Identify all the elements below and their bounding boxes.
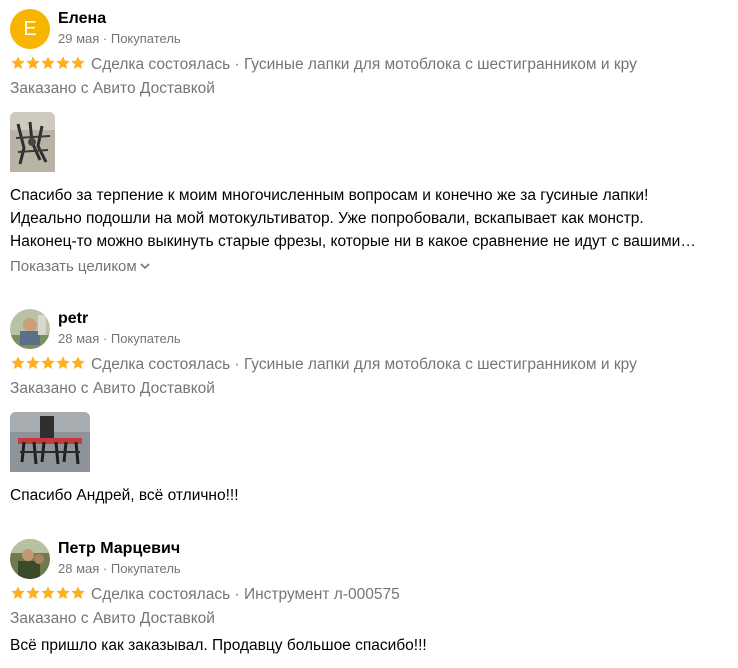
delivery-note: Заказано с Авито Доставкой xyxy=(10,610,215,627)
star-icon xyxy=(71,56,85,69)
review-author[interactable]: Елена xyxy=(58,9,106,29)
star-icon xyxy=(26,56,40,69)
review-author[interactable]: Петр Марцевич xyxy=(58,539,180,559)
reviewer-role: Покупатель xyxy=(110,31,181,46)
item-title[interactable]: Гусиные лапки для мотоблока с шестигранн… xyxy=(244,356,637,373)
deal-status: Сделка состоялась xyxy=(91,56,231,73)
star-icon xyxy=(56,356,70,369)
star-icon xyxy=(71,586,85,599)
show-full-label: Показать целиком xyxy=(10,258,137,275)
review-text-line: Спасибо Андрей, всё отлично!!! xyxy=(10,487,239,504)
review-text: Спасибо Андрей, всё отлично!!! xyxy=(10,484,710,507)
review-card: Петр Марцевич 28 мая · Покупатель Сделка… xyxy=(10,539,730,664)
star-rating xyxy=(10,355,85,378)
star-icon xyxy=(11,356,25,369)
review-text-line: Спасибо за терпение к моим многочисленны… xyxy=(10,187,649,204)
review-text-line: Наконец-то можно выкинуть старые фрезы, … xyxy=(10,233,696,250)
review-date: 28 мая xyxy=(58,561,100,576)
meta-separator: · xyxy=(230,56,244,73)
rating-line: Сделка состоялась · Инструмент л-000575 xyxy=(10,584,730,608)
star-rating xyxy=(10,585,85,608)
review-date: 28 мая xyxy=(58,331,100,346)
meta-separator: · xyxy=(99,561,111,576)
star-icon xyxy=(41,56,55,69)
star-icon xyxy=(71,356,85,369)
review-card: Е Елена 29 мая · Покупатель Сделка состо… xyxy=(10,9,730,279)
star-rating xyxy=(10,55,85,78)
review-text: Спасибо за терпение к моим многочисленны… xyxy=(10,184,710,253)
item-title[interactable]: Инструмент л-000575 xyxy=(244,586,400,603)
chevron-down-icon xyxy=(140,256,150,276)
review-text-line: Всё пришло как заказывал. Продавцу больш… xyxy=(10,637,427,654)
review-photo[interactable] xyxy=(10,112,55,177)
review-author[interactable]: petr xyxy=(58,309,88,329)
review-meta: 29 мая · Покупатель xyxy=(58,30,181,48)
meta-separator: · xyxy=(99,331,111,346)
deal-status: Сделка состоялась xyxy=(91,356,231,373)
delivery-note: Заказано с Авито Доставкой xyxy=(10,380,215,397)
avatar[interactable] xyxy=(10,539,50,579)
review-meta: 28 мая · Покупатель xyxy=(58,560,181,578)
review-photo[interactable] xyxy=(10,412,90,477)
photo-thumbnail xyxy=(10,412,90,472)
star-icon xyxy=(41,586,55,599)
meta-separator: · xyxy=(99,31,111,46)
review-text: Всё пришло как заказывал. Продавцу больш… xyxy=(10,634,710,657)
deal-status: Сделка состоялась xyxy=(91,586,231,603)
avatar[interactable] xyxy=(10,309,50,349)
meta-separator: · xyxy=(230,356,244,373)
show-full-button[interactable]: Показать целиком xyxy=(10,256,150,277)
star-icon xyxy=(11,56,25,69)
rating-line: Сделка состоялась · Гусиные лапки для мо… xyxy=(10,54,730,78)
star-icon xyxy=(56,586,70,599)
review-card: petr 28 мая · Покупатель Сделка состояла… xyxy=(10,309,730,509)
avatar[interactable]: Е xyxy=(10,9,50,49)
star-icon xyxy=(26,586,40,599)
review-text-line: Идеально подошли на мой мотокультиватор.… xyxy=(10,210,644,227)
photo-thumbnail xyxy=(10,112,55,172)
item-title[interactable]: Гусиные лапки для мотоблока с шестигранн… xyxy=(244,56,637,73)
star-icon xyxy=(41,356,55,369)
delivery-note: Заказано с Авито Доставкой xyxy=(10,80,215,97)
star-icon xyxy=(56,56,70,69)
review-meta: 28 мая · Покупатель xyxy=(58,330,181,348)
rating-line: Сделка состоялась · Гусиные лапки для мо… xyxy=(10,354,730,378)
review-date: 29 мая xyxy=(58,31,100,46)
meta-separator: · xyxy=(230,586,244,603)
star-icon xyxy=(26,356,40,369)
star-icon xyxy=(11,586,25,599)
reviewer-role: Покупатель xyxy=(110,331,181,346)
reviewer-role: Покупатель xyxy=(110,561,181,576)
